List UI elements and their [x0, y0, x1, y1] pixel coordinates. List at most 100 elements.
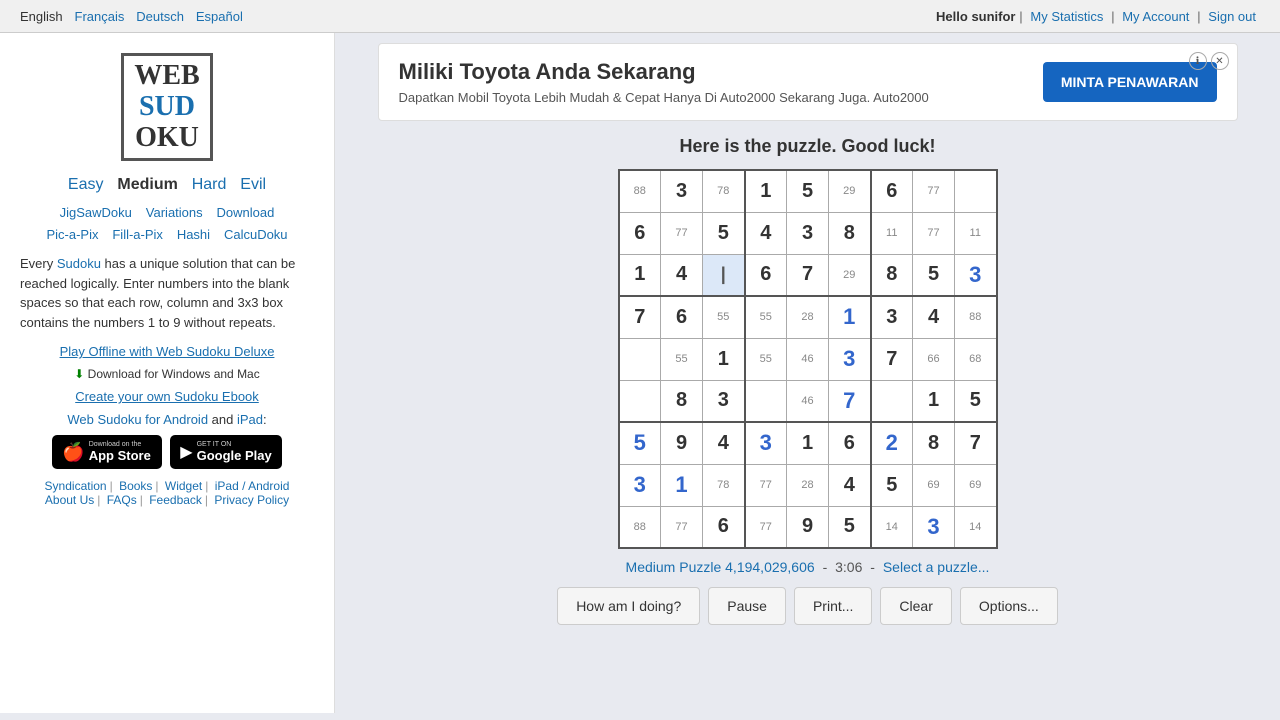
cell-r4-c8[interactable]: 68 — [955, 338, 997, 380]
cell-r0-c0[interactable]: 88 — [619, 170, 661, 212]
cell-r7-c0[interactable]: 3 — [619, 464, 661, 506]
cell-r3-c8[interactable]: 88 — [955, 296, 997, 338]
cell-r2-c2[interactable]: | — [703, 254, 745, 296]
lang-spanish[interactable]: Español — [196, 9, 243, 24]
cell-r1-c4[interactable]: 3 — [787, 212, 829, 254]
cell-r8-c2[interactable]: 6 — [703, 506, 745, 548]
cell-r2-c7[interactable]: 5 — [913, 254, 955, 296]
cell-r4-c3[interactable]: 55 — [745, 338, 787, 380]
lang-french[interactable]: Français — [75, 9, 125, 24]
cell-r6-c5[interactable]: 6 — [829, 422, 871, 464]
cell-r3-c5[interactable]: 1 — [829, 296, 871, 338]
ipad-link[interactable]: iPad — [237, 412, 263, 427]
cell-r4-c4[interactable]: 46 — [787, 338, 829, 380]
how-am-i-doing-button[interactable]: How am I doing? — [557, 587, 700, 625]
cell-r2-c4[interactable]: 7 — [787, 254, 829, 296]
widget-link[interactable]: Widget — [165, 479, 202, 493]
cell-r2-c3[interactable]: 6 — [745, 254, 787, 296]
cell-r8-c6[interactable]: 14 — [871, 506, 913, 548]
pause-button[interactable]: Pause — [708, 587, 786, 625]
cell-r1-c6[interactable]: 11 — [871, 212, 913, 254]
difficulty-selector[interactable]: Easy Medium Hard Evil — [20, 176, 314, 194]
cell-r7-c7[interactable]: 69 — [913, 464, 955, 506]
cell-r2-c8[interactable]: 3 — [955, 254, 997, 296]
cell-r2-c6[interactable]: 8 — [871, 254, 913, 296]
cell-r5-c8[interactable]: 5 — [955, 380, 997, 422]
clear-button[interactable]: Clear — [880, 587, 951, 625]
privacy-policy-link[interactable]: Privacy Policy — [214, 493, 289, 507]
cell-r3-c6[interactable]: 3 — [871, 296, 913, 338]
books-link[interactable]: Books — [119, 479, 152, 493]
my-statistics-link[interactable]: My Statistics — [1030, 9, 1103, 24]
cell-r3-c0[interactable]: 7 — [619, 296, 661, 338]
syndication-link[interactable]: Syndication — [45, 479, 107, 493]
jigsawdoku-link[interactable]: JigSawDoku — [60, 205, 132, 220]
cell-r3-c1[interactable]: 6 — [661, 296, 703, 338]
cell-r3-c2[interactable]: 55 — [703, 296, 745, 338]
difficulty-medium[interactable]: Medium — [117, 176, 177, 193]
cell-r5-c0[interactable] — [619, 380, 661, 422]
ebook-link[interactable]: Create your own Sudoku Ebook — [20, 389, 314, 404]
difficulty-evil[interactable]: Evil — [240, 176, 266, 193]
cell-r1-c8[interactable]: 11 — [955, 212, 997, 254]
ad-info-button[interactable]: ℹ — [1189, 52, 1207, 70]
cell-r5-c1[interactable]: 8 — [661, 380, 703, 422]
language-selector[interactable]: English Français Deutsch Español — [20, 8, 251, 24]
cell-r6-c6[interactable]: 2 — [871, 422, 913, 464]
cell-r6-c4[interactable]: 1 — [787, 422, 829, 464]
cell-r5-c7[interactable]: 1 — [913, 380, 955, 422]
cell-r4-c2[interactable]: 1 — [703, 338, 745, 380]
download-link[interactable]: Download — [217, 205, 275, 220]
cell-r4-c6[interactable]: 7 — [871, 338, 913, 380]
cell-r8-c0[interactable]: 88 — [619, 506, 661, 548]
cell-r4-c7[interactable]: 66 — [913, 338, 955, 380]
google-play-badge[interactable]: ▶ GET IT ON Google Play — [170, 435, 281, 469]
faqs-link[interactable]: FAQs — [107, 493, 137, 507]
calcudoku-link[interactable]: CalcuDoku — [224, 227, 288, 242]
cell-r0-c8[interactable] — [955, 170, 997, 212]
cell-r0-c2[interactable]: 78 — [703, 170, 745, 212]
cell-r7-c4[interactable]: 28 — [787, 464, 829, 506]
hashi-link[interactable]: Hashi — [177, 227, 210, 242]
options-button[interactable]: Options... — [960, 587, 1058, 625]
cell-r8-c3[interactable]: 77 — [745, 506, 787, 548]
select-puzzle-link[interactable]: Select a puzzle... — [883, 559, 990, 575]
ipad-android-link[interactable]: iPad / Android — [215, 479, 290, 493]
cell-r6-c1[interactable]: 9 — [661, 422, 703, 464]
print-button[interactable]: Print... — [794, 587, 872, 625]
variations-link[interactable]: Variations — [146, 205, 203, 220]
cell-r2-c1[interactable]: 4 — [661, 254, 703, 296]
cell-r8-c5[interactable]: 5 — [829, 506, 871, 548]
cell-r2-c5[interactable]: 29 — [829, 254, 871, 296]
ad-close-button[interactable]: ✕ — [1211, 52, 1229, 70]
cell-r7-c5[interactable]: 4 — [829, 464, 871, 506]
cell-r1-c0[interactable]: 6 — [619, 212, 661, 254]
cell-r8-c4[interactable]: 9 — [787, 506, 829, 548]
fill-a-pix-link[interactable]: Fill-a-Pix — [112, 227, 163, 242]
about-us-link[interactable]: About Us — [45, 493, 94, 507]
cell-r5-c5[interactable]: 7 — [829, 380, 871, 422]
cell-r6-c7[interactable]: 8 — [913, 422, 955, 464]
cell-r0-c6[interactable]: 6 — [871, 170, 913, 212]
cell-r0-c3[interactable]: 1 — [745, 170, 787, 212]
cell-r8-c7[interactable]: 3 — [913, 506, 955, 548]
cell-r1-c1[interactable]: 77 — [661, 212, 703, 254]
cell-r2-c0[interactable]: 1 — [619, 254, 661, 296]
difficulty-easy[interactable]: Easy — [68, 176, 104, 193]
cell-r3-c3[interactable]: 55 — [745, 296, 787, 338]
sign-out-link[interactable]: Sign out — [1208, 9, 1256, 24]
difficulty-hard[interactable]: Hard — [192, 176, 227, 193]
cell-r0-c1[interactable]: 3 — [661, 170, 703, 212]
feedback-link[interactable]: Feedback — [149, 493, 202, 507]
cell-r8-c1[interactable]: 77 — [661, 506, 703, 548]
cell-r4-c0[interactable] — [619, 338, 661, 380]
app-store-badge[interactable]: 🍎 Download on the App Store — [52, 435, 162, 469]
cell-r6-c8[interactable]: 7 — [955, 422, 997, 464]
cell-r8-c8[interactable]: 14 — [955, 506, 997, 548]
cell-r6-c0[interactable]: 5 — [619, 422, 661, 464]
puzzle-id-link[interactable]: Medium Puzzle 4,194,029,606 — [626, 559, 815, 575]
cell-r1-c5[interactable]: 8 — [829, 212, 871, 254]
cell-r7-c1[interactable]: 1 — [661, 464, 703, 506]
cell-r6-c2[interactable]: 4 — [703, 422, 745, 464]
sudoku-text-link[interactable]: Sudoku — [57, 256, 101, 271]
